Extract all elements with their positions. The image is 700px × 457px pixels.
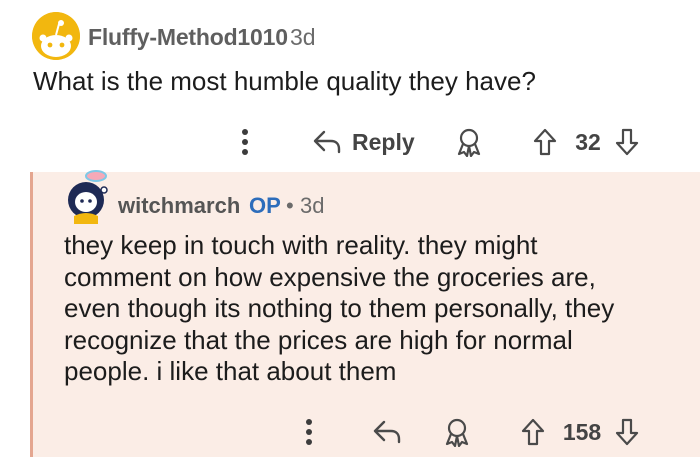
score-value: 158 <box>562 418 602 445</box>
snoo-avatar-icon <box>32 12 80 60</box>
custom-avatar-icon <box>68 170 108 224</box>
reply-label: Reply <box>352 128 415 155</box>
award-icon <box>445 418 469 447</box>
comment-line: recognize that the prices are high for n… <box>64 324 573 355</box>
downvote-button[interactable] <box>612 120 642 164</box>
comment-actions: Reply 32 <box>0 120 700 164</box>
award-button[interactable] <box>440 410 474 454</box>
avatar[interactable] <box>32 12 80 60</box>
separator-dot: • <box>286 193 294 218</box>
comment-line: comment on how expensive the groceries a… <box>64 261 596 292</box>
username[interactable]: Fluffy-Method1010 <box>88 24 288 51</box>
downvote-arrow-icon <box>615 128 639 156</box>
upvote-arrow-icon <box>521 418 545 446</box>
reply-button[interactable] <box>370 410 404 454</box>
timestamp: 3d <box>290 24 316 50</box>
avatar[interactable] <box>64 170 112 226</box>
comment-thread: Fluffy-Method1010 3d What is the most hu… <box>0 0 700 457</box>
comment-text: they keep in touch with reality. they mi… <box>64 230 684 388</box>
award-icon <box>457 128 481 157</box>
downvote-button[interactable] <box>612 410 642 454</box>
timestamp: 3d <box>300 193 325 218</box>
username[interactable]: witchmarch <box>118 193 240 219</box>
comment-line: people. i like that about them <box>64 356 397 386</box>
reply-button[interactable]: Reply <box>312 120 422 164</box>
reply-arrow-icon <box>313 130 341 154</box>
more-options-button[interactable] <box>230 120 260 164</box>
vote-score: 158 <box>556 410 608 454</box>
more-vertical-icon <box>242 129 248 155</box>
op-badge: OP <box>249 193 281 218</box>
comment-line: they keep in touch with reality. they mi… <box>64 230 538 260</box>
comment-line: even though its nothing to them personal… <box>64 293 615 323</box>
vote-score: 32 <box>568 120 608 164</box>
more-vertical-icon <box>306 419 312 445</box>
comment-text: What is the most humble quality they hav… <box>33 66 536 96</box>
score-value: 32 <box>575 128 601 155</box>
upvote-button[interactable] <box>530 120 560 164</box>
upvote-arrow-icon <box>533 128 557 156</box>
more-options-button[interactable] <box>294 410 324 454</box>
award-button[interactable] <box>453 120 485 164</box>
reply-arrow-icon <box>373 420 401 444</box>
downvote-arrow-icon <box>615 418 639 446</box>
comment-actions: 158 <box>0 410 700 454</box>
upvote-button[interactable] <box>518 410 548 454</box>
